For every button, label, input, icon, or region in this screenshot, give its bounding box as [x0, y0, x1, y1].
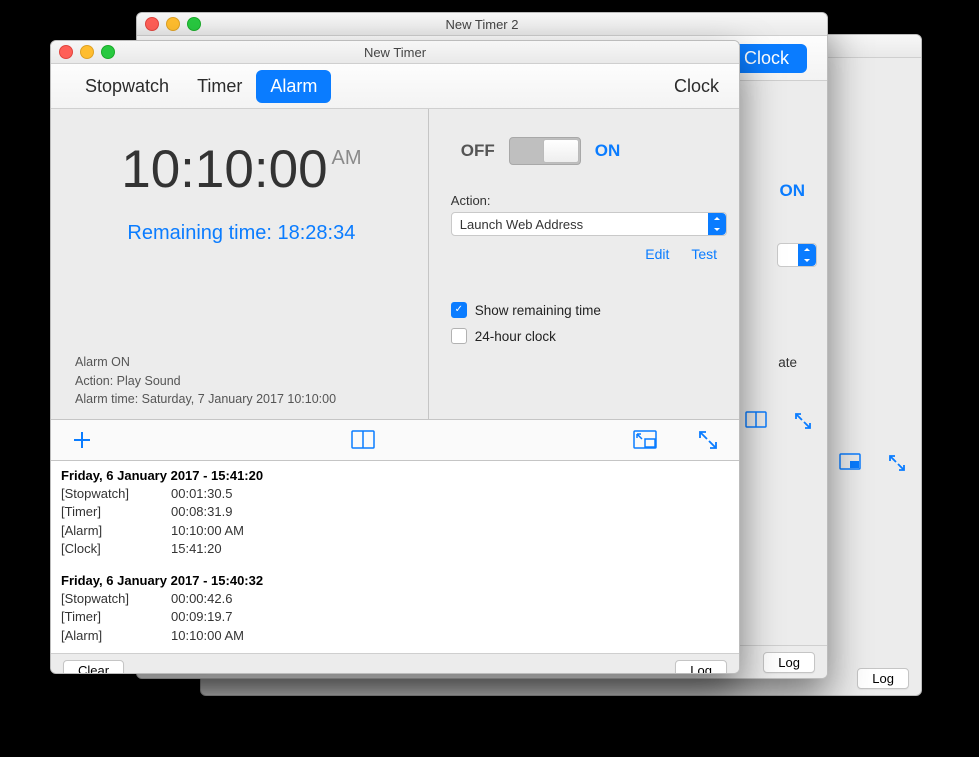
clock-button[interactable]: Clock — [674, 76, 719, 97]
log-value: 10:10:00 AM — [171, 627, 244, 645]
expand-icon[interactable] — [887, 453, 907, 473]
chevron-updown-icon — [798, 244, 816, 266]
log-tag: [Clock] — [61, 540, 171, 558]
tab-timer[interactable]: Timer — [183, 70, 256, 103]
window-timer-front: New Timer Stopwatch Timer Alarm Clock 10… — [50, 40, 740, 674]
expand-icon[interactable] — [793, 411, 813, 431]
tab-alarm[interactable]: Alarm — [256, 70, 331, 103]
add-icon[interactable] — [71, 429, 93, 451]
clock-24h-label: 24-hour clock — [475, 329, 556, 344]
log-value: 00:09:19.7 — [171, 608, 232, 626]
mode-tabs[interactable]: Stopwatch Timer Alarm — [71, 70, 331, 103]
toggle-on-label: ON — [780, 181, 806, 201]
close-icon[interactable] — [145, 17, 159, 31]
test-link[interactable]: Test — [691, 246, 717, 262]
edit-link[interactable]: Edit — [645, 246, 669, 262]
action-select-fragment[interactable] — [777, 243, 817, 267]
clock-24h-row[interactable]: 24-hour clock — [451, 328, 717, 344]
alarm-time: 10:10:00AM — [75, 139, 408, 200]
log-tag: [Timer] — [61, 608, 171, 626]
status-time: Alarm time: Saturday, 7 January 2017 10:… — [75, 390, 408, 409]
footer: Clear Log — [51, 653, 739, 674]
alarm-ampm: AM — [332, 147, 362, 169]
log-tag: [Timer] — [61, 503, 171, 521]
log-row: [Alarm]10:10:00 AM — [61, 627, 729, 645]
chevron-updown-icon — [708, 213, 726, 235]
toggle-knob — [543, 139, 579, 163]
toolbar: Stopwatch Timer Alarm Clock — [51, 64, 739, 109]
action-select-value: Launch Web Address — [460, 217, 583, 232]
picture-in-picture-icon[interactable] — [839, 453, 861, 473]
split-view-icon[interactable] — [351, 430, 375, 450]
checkbox-show-remaining[interactable] — [451, 302, 467, 318]
log-button[interactable]: Log — [857, 668, 909, 689]
minimize-icon[interactable] — [80, 45, 94, 59]
window-title: New Timer 2 — [446, 17, 519, 32]
alarm-toggle[interactable] — [509, 137, 581, 165]
log-row: [Stopwatch]00:01:30.5 — [61, 485, 729, 503]
titlebar[interactable]: New Timer — [51, 41, 739, 64]
log-row: [Alarm]10:10:00 AM — [61, 522, 729, 540]
minimize-icon[interactable] — [166, 17, 180, 31]
log-row: [Stopwatch]00:00:42.6 — [61, 590, 729, 608]
alarm-status-block: Alarm ON Action: Play Sound Alarm time: … — [75, 353, 408, 409]
alarm-display-pane: 10:10:00AM Remaining time: 18:28:34 Alar… — [51, 109, 429, 419]
log-row: [Timer]00:08:31.9 — [61, 503, 729, 521]
log-value: 10:10:00 AM — [171, 522, 244, 540]
log-value: 15:41:20 — [171, 540, 222, 558]
traffic-lights[interactable] — [59, 45, 115, 59]
status-on: Alarm ON — [75, 353, 408, 372]
split-icon[interactable] — [745, 411, 767, 431]
action-links: Edit Test — [451, 246, 717, 262]
window-title: New Timer — [364, 45, 426, 60]
titlebar[interactable]: New Timer 2 — [137, 13, 827, 36]
toggle-off-label: OFF — [461, 141, 495, 161]
log-button[interactable]: Log — [675, 660, 727, 675]
toggle-on-label: ON — [595, 141, 621, 161]
log-button[interactable]: Log — [763, 652, 815, 673]
log-tag: [Stopwatch] — [61, 485, 171, 503]
log-tag: [Alarm] — [61, 627, 171, 645]
log-value: 00:00:42.6 — [171, 590, 232, 608]
log-tag: [Alarm] — [61, 522, 171, 540]
show-remaining-label: Show remaining time — [475, 303, 601, 318]
show-remaining-row[interactable]: Show remaining time — [451, 302, 717, 318]
icon-toolbar — [51, 420, 739, 461]
text-fragment: ate — [778, 355, 797, 370]
alarm-time-value: 10:10:00 — [121, 140, 327, 199]
action-label: Action: — [451, 193, 717, 208]
log-area[interactable]: Friday, 6 January 2017 - 15:41:20[Stopwa… — [51, 461, 739, 653]
action-select[interactable]: Launch Web Address — [451, 212, 727, 236]
checkbox-24h[interactable] — [451, 328, 467, 344]
clear-button[interactable]: Clear — [63, 660, 124, 675]
log-group-heading: Friday, 6 January 2017 - 15:40:32 — [61, 572, 729, 590]
log-value: 00:08:31.9 — [171, 503, 232, 521]
log-row: [Clock]15:41:20 — [61, 540, 729, 558]
log-group-heading: Friday, 6 January 2017 - 15:41:20 — [61, 467, 729, 485]
zoom-icon[interactable] — [101, 45, 115, 59]
alarm-settings-pane: OFF ON Action: Launch Web Address Edit T… — [429, 109, 739, 419]
tab-stopwatch[interactable]: Stopwatch — [71, 70, 183, 103]
remaining-time: Remaining time: 18:28:34 — [75, 222, 408, 245]
log-value: 00:01:30.5 — [171, 485, 232, 503]
traffic-lights[interactable] — [145, 17, 201, 31]
zoom-icon[interactable] — [187, 17, 201, 31]
expand-icon[interactable] — [697, 429, 719, 451]
log-row: [Timer]00:09:19.7 — [61, 608, 729, 626]
picture-in-picture-icon[interactable] — [633, 430, 657, 450]
log-tag: [Stopwatch] — [61, 590, 171, 608]
status-action: Action: Play Sound — [75, 372, 408, 391]
close-icon[interactable] — [59, 45, 73, 59]
main-content: 10:10:00AM Remaining time: 18:28:34 Alar… — [51, 109, 739, 420]
alarm-toggle-row: OFF ON — [461, 137, 717, 165]
